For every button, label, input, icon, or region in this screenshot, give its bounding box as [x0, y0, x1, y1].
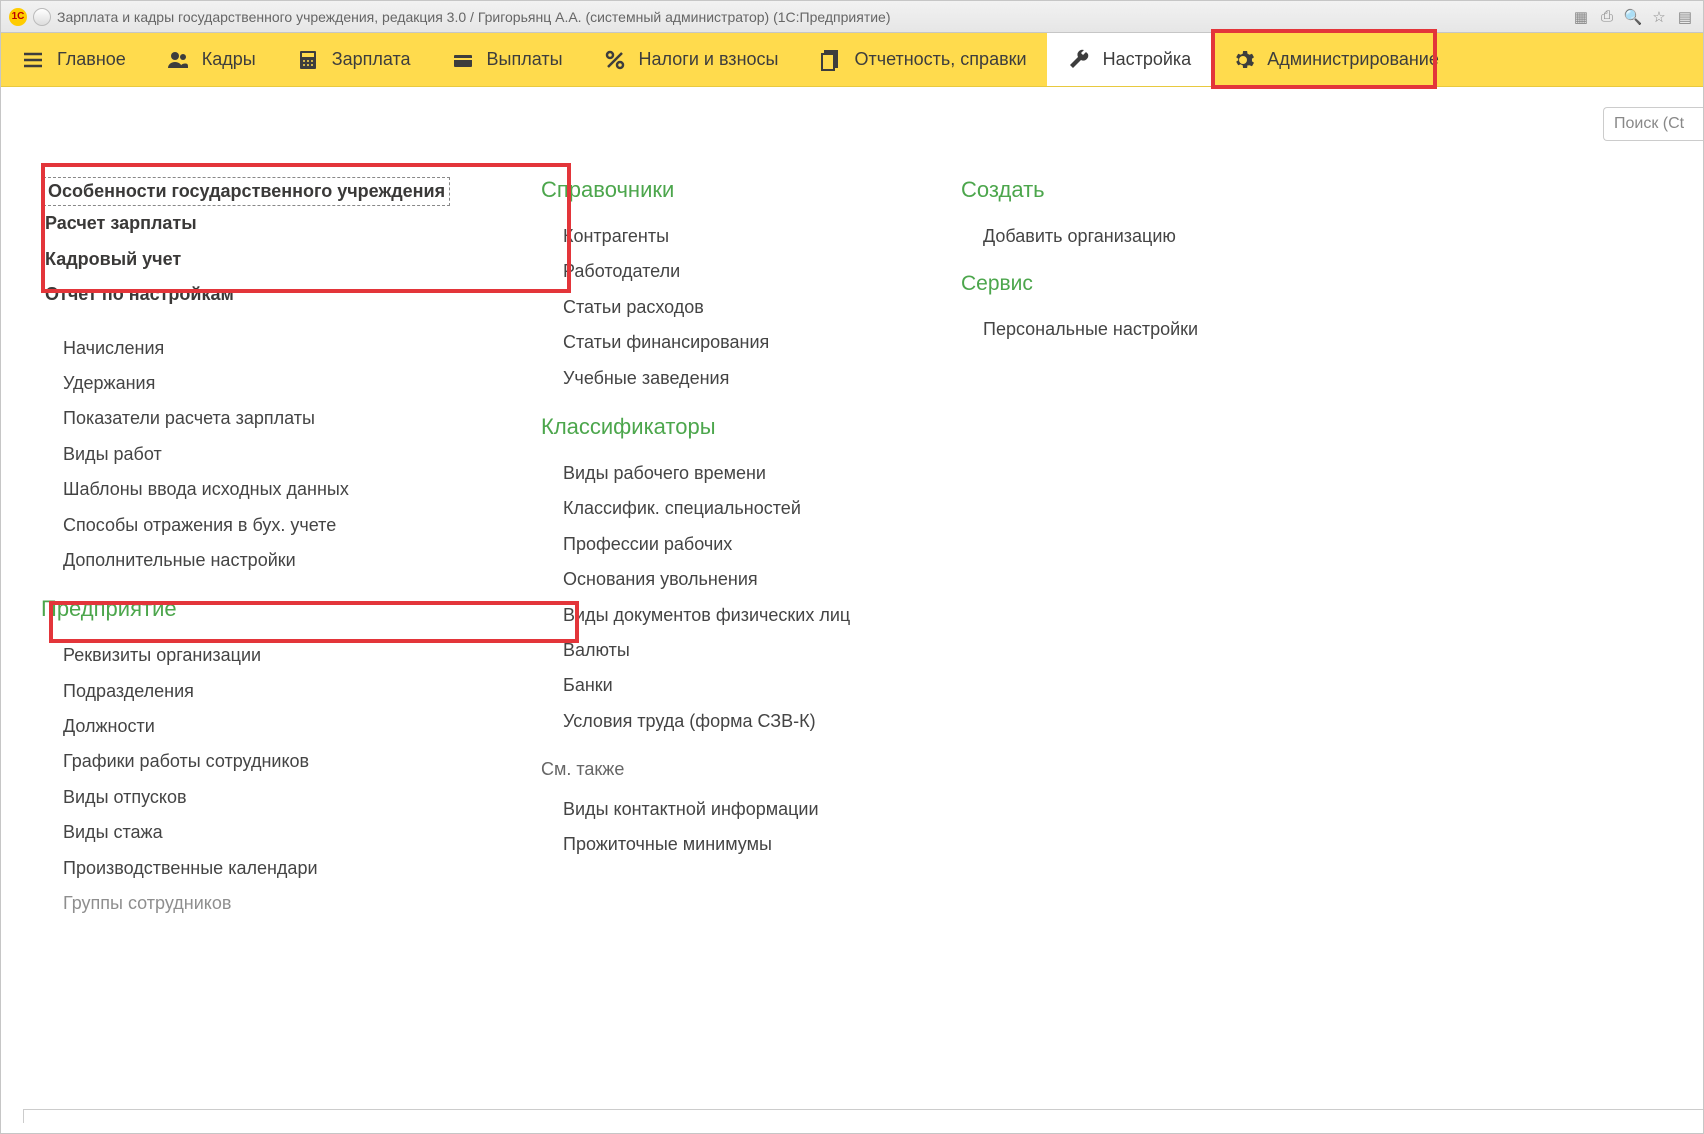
link-vidy-dok-fiz[interactable]: Виды документов физических лиц	[541, 598, 901, 633]
calculator-icon	[296, 48, 320, 72]
toolbar-icon-2[interactable]: ⎙	[1597, 8, 1617, 26]
link-prozhit-min[interactable]: Прожиточные минимумы	[541, 827, 901, 862]
nav-zarplata[interactable]: Зарплата	[276, 33, 431, 86]
link-sposoby-otrazh[interactable]: Способы отражения в бух. учете	[41, 508, 481, 543]
link-shablony[interactable]: Шаблоны ввода исходных данных	[41, 472, 481, 507]
link-vidy-rab-vremeni[interactable]: Виды рабочего времени	[541, 456, 901, 491]
people-icon	[166, 48, 190, 72]
nav-label: Настройка	[1103, 49, 1192, 70]
app-logo-icon: 1C	[9, 8, 27, 26]
nav-kadry[interactable]: Кадры	[146, 33, 276, 86]
nav-label: Зарплата	[332, 49, 411, 70]
link-uderzhaniya[interactable]: Удержания	[41, 366, 481, 401]
section-spravochniki: Справочники	[541, 177, 901, 203]
link-raschet-zarplaty[interactable]: Расчет зарплаты	[41, 206, 481, 241]
link-nachisleniya[interactable]: Начисления	[41, 331, 481, 366]
link-statyi-fin[interactable]: Статьи финансирования	[541, 325, 901, 360]
link-klassifik-spec[interactable]: Классифик. специальностей	[541, 491, 901, 526]
link-otchet-nastroykam[interactable]: Отчет по настройкам	[41, 277, 481, 312]
link-vidy-rabot[interactable]: Виды работ	[41, 437, 481, 472]
nav-label: Администрирование	[1267, 49, 1439, 70]
percent-icon	[603, 48, 627, 72]
link-proiz-kalendari[interactable]: Производственные календари	[41, 851, 481, 886]
section-servis: Сервис	[961, 272, 1261, 296]
section-predpriyatie: Предприятие	[41, 596, 481, 622]
link-statyi-rashodov[interactable]: Статьи расходов	[541, 290, 901, 325]
section-klassifikatory: Классификаторы	[541, 414, 901, 440]
menu-icon	[21, 48, 45, 72]
nav-label: Кадры	[202, 49, 256, 70]
link-usloviya-truda[interactable]: Условия труда (форма СЗВ-К)	[541, 704, 901, 739]
link-banki[interactable]: Банки	[541, 668, 901, 703]
link-pokazateli[interactable]: Показатели расчета зарплаты	[41, 401, 481, 436]
link-uchebnye[interactable]: Учебные заведения	[541, 361, 901, 396]
section-seealso: См. также	[541, 759, 901, 780]
link-vidy-otpuskov[interactable]: Виды отпусков	[41, 780, 481, 815]
documents-icon	[818, 48, 842, 72]
link-valyuty[interactable]: Валюты	[541, 633, 901, 668]
link-vidy-kontakt[interactable]: Виды контактной информации	[541, 792, 901, 827]
wallet-icon	[451, 48, 475, 72]
link-kadrovyy-uchet[interactable]: Кадровый учет	[41, 242, 481, 277]
toolbar-icon-3[interactable]: 🔍	[1623, 8, 1643, 26]
window-title: Зарплата и кадры государственного учрежд…	[57, 9, 891, 25]
toolbar-star-icon[interactable]: ☆	[1649, 8, 1669, 26]
nav-nalogi[interactable]: Налоги и взносы	[583, 33, 799, 86]
link-gruppy-sotr[interactable]: Группы сотрудников	[41, 886, 481, 921]
link-podrazdeleniya[interactable]: Подразделения	[41, 674, 481, 709]
toolbar-icon-1[interactable]: ▦	[1571, 8, 1591, 26]
link-kontragenty[interactable]: Контрагенты	[541, 219, 901, 254]
gear-icon	[1231, 48, 1255, 72]
nav-main[interactable]: Главное	[1, 33, 146, 86]
nav-label: Отчетность, справки	[854, 49, 1026, 70]
section-sozdat: Создать	[961, 177, 1261, 203]
titlebar: 1C Зарплата и кадры государственного учр…	[1, 1, 1703, 33]
nav-label: Налоги и взносы	[639, 49, 779, 70]
link-vidy-stazha[interactable]: Виды стажа	[41, 815, 481, 850]
link-professii[interactable]: Профессии рабочих	[541, 527, 901, 562]
nav-otchetnost[interactable]: Отчетность, справки	[798, 33, 1046, 86]
search-input[interactable]: Поиск (Ct	[1603, 107, 1703, 141]
nav-admin[interactable]: Администрирование	[1211, 33, 1459, 86]
link-rekvizity-org[interactable]: Реквизиты организации	[41, 638, 481, 673]
bottom-frame	[23, 1109, 1703, 1123]
main-navbar: Главное Кадры Зарплата Выплаты Налоги и …	[1, 33, 1703, 87]
link-dolzhnosti[interactable]: Должности	[41, 709, 481, 744]
link-osobennosti[interactable]: Особенности государственного учреждения	[43, 177, 450, 206]
search-placeholder: Поиск (Ct	[1614, 115, 1684, 133]
nav-vyplaty[interactable]: Выплаты	[431, 33, 583, 86]
window-button-icon[interactable]	[33, 8, 51, 26]
wrench-icon	[1067, 48, 1091, 72]
link-dobavit-org[interactable]: Добавить организацию	[961, 219, 1261, 254]
link-grafiki[interactable]: Графики работы сотрудников	[41, 744, 481, 779]
link-rabotodateli[interactable]: Работодатели	[541, 254, 901, 289]
content-area: Поиск (Ct Особенности государственного у…	[1, 87, 1703, 1133]
nav-label: Выплаты	[487, 49, 563, 70]
toolbar-icon-5[interactable]: ▤	[1675, 8, 1695, 26]
link-osnovaniya-uvol[interactable]: Основания увольнения	[541, 562, 901, 597]
nav-label: Главное	[57, 49, 126, 70]
link-dop-nastroyki[interactable]: Дополнительные настройки	[41, 543, 481, 578]
nav-nastroyka[interactable]: Настройка	[1047, 33, 1212, 86]
link-personal-nastr[interactable]: Персональные настройки	[961, 312, 1261, 347]
